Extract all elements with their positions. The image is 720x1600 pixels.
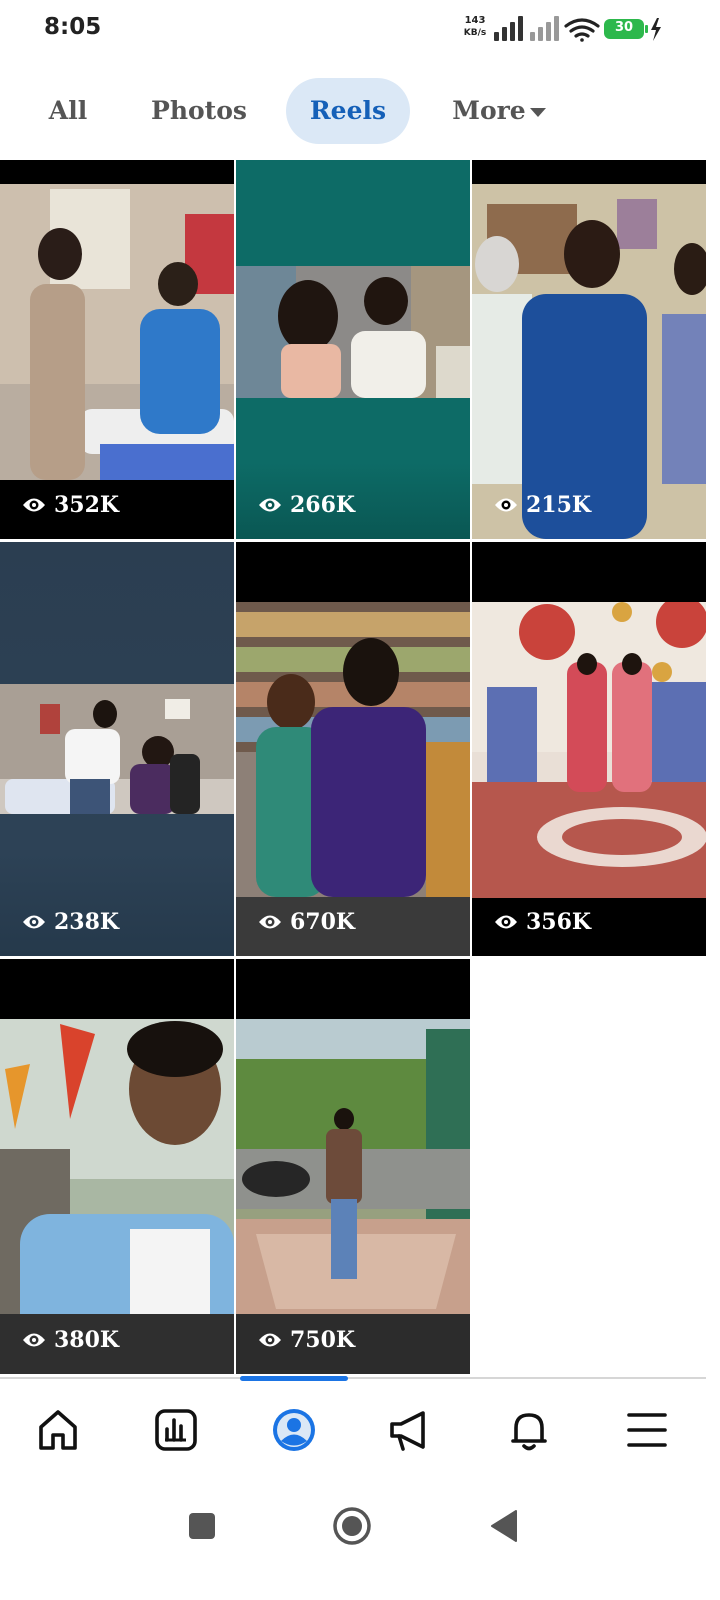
eye-icon [23,1333,45,1347]
signal-icon [494,16,523,41]
nav-profile[interactable] [259,1398,329,1462]
charging-icon [651,18,661,41]
view-count-label: 215K [526,492,592,518]
view-count-label: 380K [54,1327,120,1353]
view-count-label: 670K [290,909,356,935]
view-count-label: 356K [526,909,592,935]
status-icons [494,16,661,42]
wifi-icon [564,18,600,42]
reel-thumbnail [0,184,234,480]
eye-icon [259,1333,281,1347]
nav-notifications[interactable] [494,1398,564,1462]
view-count: 266K [258,491,355,519]
eye-icon [23,915,45,929]
reel-tile[interactable]: 238K [0,542,234,956]
eye-icon [259,915,281,929]
reel-thumbnail [0,684,234,814]
view-count-label: 266K [290,492,356,518]
eye-icon [495,915,517,929]
circle-icon [333,1507,371,1545]
reel-tile[interactable]: 380K [0,959,234,1374]
reel-tile[interactable]: 670K [236,542,470,956]
menu-icon [627,1413,667,1447]
megaphone-icon [390,1411,425,1451]
status-time: 8:05 [44,14,102,40]
network-speed: 143 KB/s [459,14,491,40]
reel-tile[interactable]: 215K [472,160,706,539]
view-count: 352K [22,491,119,519]
reel-thumbnail [0,1019,234,1374]
nav-menu[interactable] [612,1398,682,1462]
system-navigation [0,1490,720,1560]
reel-thumbnail [236,1019,470,1374]
tab-photos[interactable]: Photos [138,78,260,144]
view-count-label: 238K [54,909,120,935]
view-count: 750K [258,1326,355,1354]
active-tab-indicator [240,1376,348,1381]
back-button[interactable] [478,1500,530,1552]
reel-tile[interactable]: 352K [0,160,234,539]
nav-divider [0,1377,706,1379]
nav-ads[interactable] [376,1398,446,1462]
home-button[interactable] [326,1500,378,1552]
view-count: 670K [258,908,355,936]
view-count: 356K [494,908,591,936]
filter-tabs: All Photos Reels More [0,78,720,146]
battery-level: 30 [614,20,634,35]
network-speed-unit: KB/s [463,28,487,38]
view-count-label: 352K [54,492,120,518]
tab-more[interactable]: More [436,78,562,144]
view-count: 380K [22,1326,119,1354]
tab-reels[interactable]: Reels [286,78,410,144]
view-count: 238K [22,908,119,936]
nav-home[interactable] [23,1398,93,1462]
bottom-navigation [0,1390,706,1470]
reel-thumbnail [472,602,706,898]
square-icon [189,1513,215,1539]
eye-icon [23,498,45,512]
tab-more-label: More [452,96,526,125]
bell-icon [511,1413,547,1451]
reel-tile[interactable]: 750K [236,959,470,1374]
network-speed-value: 143 [464,15,486,26]
back-triangle-icon [491,1510,517,1542]
eye-icon [259,498,281,512]
reel-thumbnail [236,266,470,398]
view-count-label: 750K [290,1327,356,1353]
home-icon [39,1410,77,1450]
reel-thumbnail [236,602,470,956]
signal-icon [530,16,559,41]
insights-icon [155,1409,197,1451]
eye-icon [495,498,517,512]
profile-icon [273,1409,315,1451]
recents-button[interactable] [176,1500,228,1552]
nav-insights[interactable] [141,1398,211,1462]
reel-thumbnail [472,184,706,539]
status-bar: 8:05 143 KB/s 30 [0,0,720,60]
tab-all[interactable]: All [28,78,108,144]
view-count: 215K [494,491,591,519]
reel-tile[interactable]: 266K [236,160,470,539]
reel-tile[interactable]: 356K [472,542,706,956]
chevron-down-icon [529,108,546,117]
